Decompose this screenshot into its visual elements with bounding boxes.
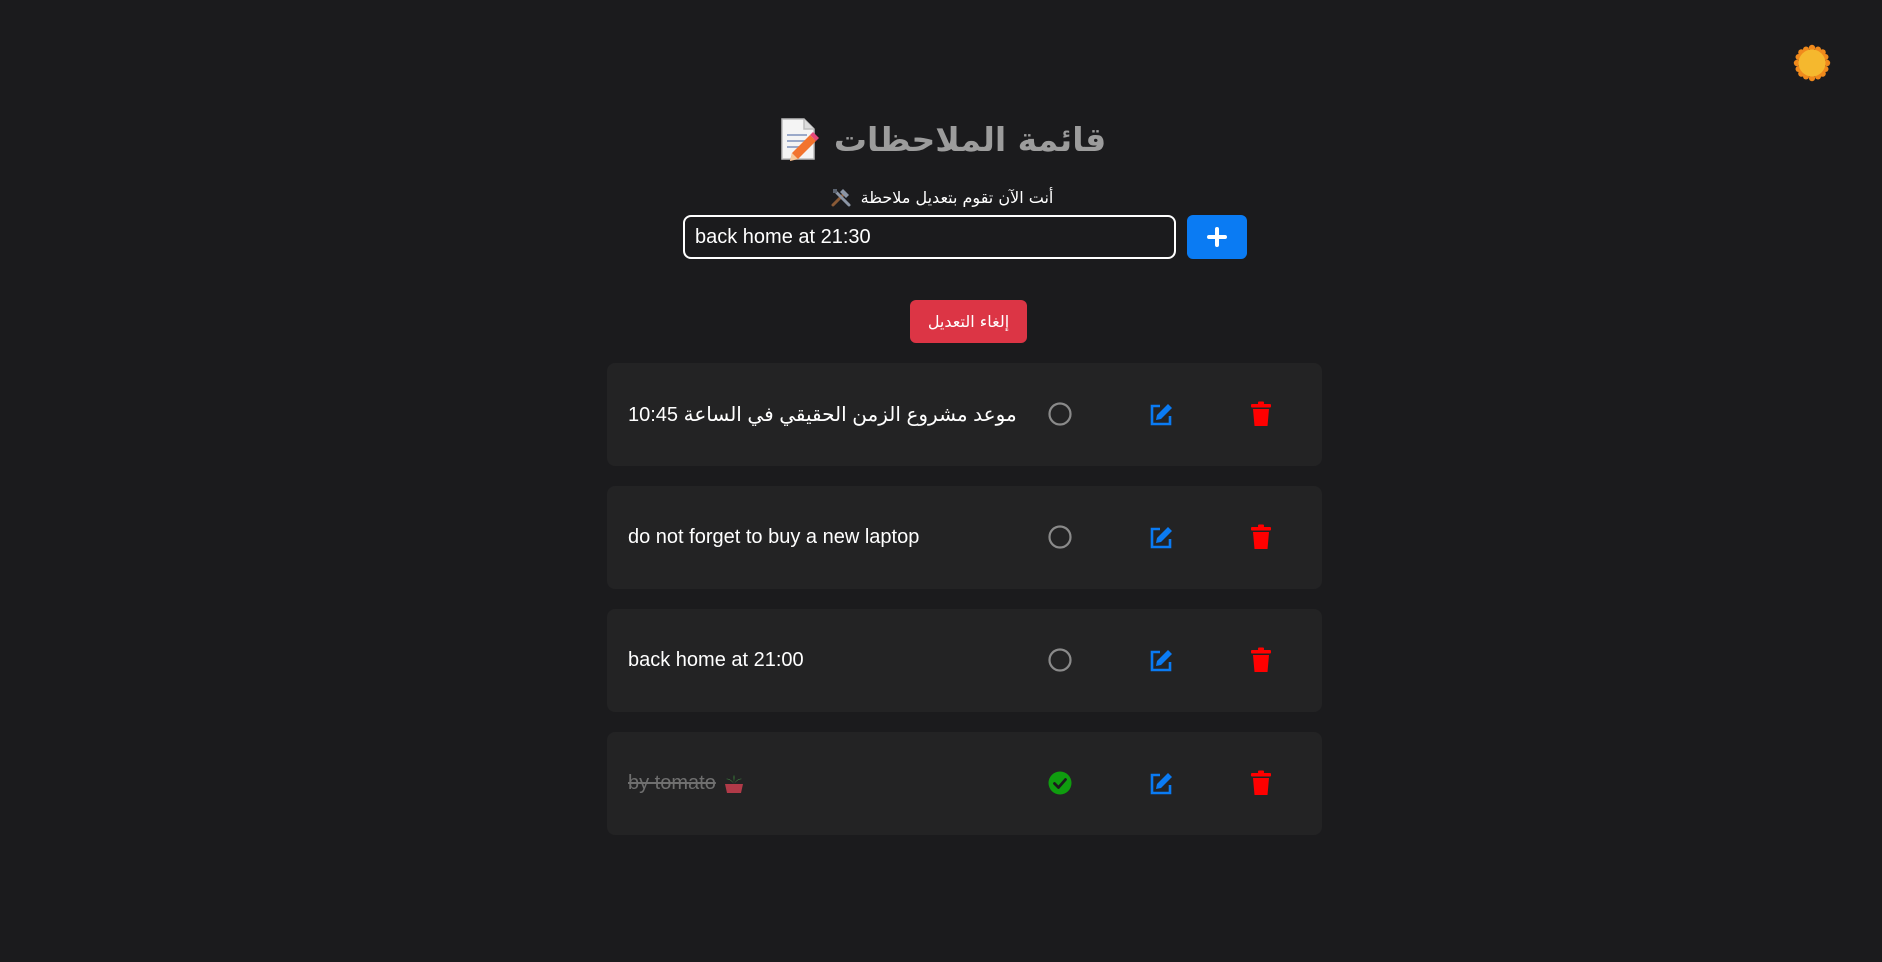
page-title-text: قائمة الملاحظات [833,119,1107,159]
note-text-value: by tomato [628,772,716,794]
note-text: موعد مشروع الزمن الحقيقي في الساعة 10:45 [628,404,1017,426]
trash-icon [1251,401,1271,426]
plus-icon [1207,227,1227,247]
note-item: موعد مشروع الزمن الحقيقي في الساعة 10:45 [607,363,1322,466]
note-toggle-complete[interactable] [1045,768,1075,798]
edit-icon [1150,527,1172,549]
note-text: do not forget to buy a new laptop [628,526,920,548]
circle-unchecked-icon [1048,525,1072,549]
notes-app: قائمة الملاحظات أنت الآن تقوم بتعديل ملا… [0,0,1882,962]
note-delete-button[interactable] [1246,768,1276,798]
note-edit-button[interactable] [1146,646,1176,676]
notes-list: موعد مشروع الزمن الحقيقي في الساعة 10:45 [607,363,1322,855]
tools-icon [831,189,851,207]
edit-status: أنت الآن تقوم بتعديل ملاحظة [0,186,1882,208]
note-text: back home at 21:00 [628,649,804,671]
theme-toggle-button[interactable] [1793,44,1831,82]
note-item: do not forget to buy a new laptop [607,486,1322,589]
trash-icon [1251,647,1271,672]
edit-icon [1150,650,1172,672]
cancel-edit-button[interactable]: إلغاء التعديل [910,300,1027,343]
note-text: by tomato [628,732,1028,835]
note-edit-button[interactable] [1146,769,1176,799]
note-delete-button[interactable] [1246,522,1276,552]
add-note-button[interactable] [1187,215,1247,259]
edit-icon [1150,404,1172,426]
note-toggle-complete[interactable] [1045,645,1075,675]
note-edit-button[interactable] [1146,523,1176,553]
memo-icon [781,118,819,161]
edit-icon [1150,773,1172,795]
check-circle-icon [1048,771,1072,795]
trash-icon [1251,524,1271,549]
trash-icon [1251,770,1271,795]
note-delete-button[interactable] [1246,645,1276,675]
edit-status-text: أنت الآن تقوم بتعديل ملاحظة [860,187,1054,207]
sun-icon [1793,44,1831,82]
circle-unchecked-icon [1048,402,1072,426]
note-item: back home at 21:00 [607,609,1322,712]
circle-unchecked-icon [1048,648,1072,672]
note-item-completed: by tomato [607,732,1322,835]
note-edit-button[interactable] [1146,400,1176,430]
tomato-plant-icon [724,774,743,793]
note-toggle-complete[interactable] [1045,522,1075,552]
note-toggle-complete[interactable] [1045,399,1075,429]
note-input[interactable] [683,215,1176,259]
page-title: قائمة الملاحظات [0,115,1882,163]
note-delete-button[interactable] [1246,399,1276,429]
